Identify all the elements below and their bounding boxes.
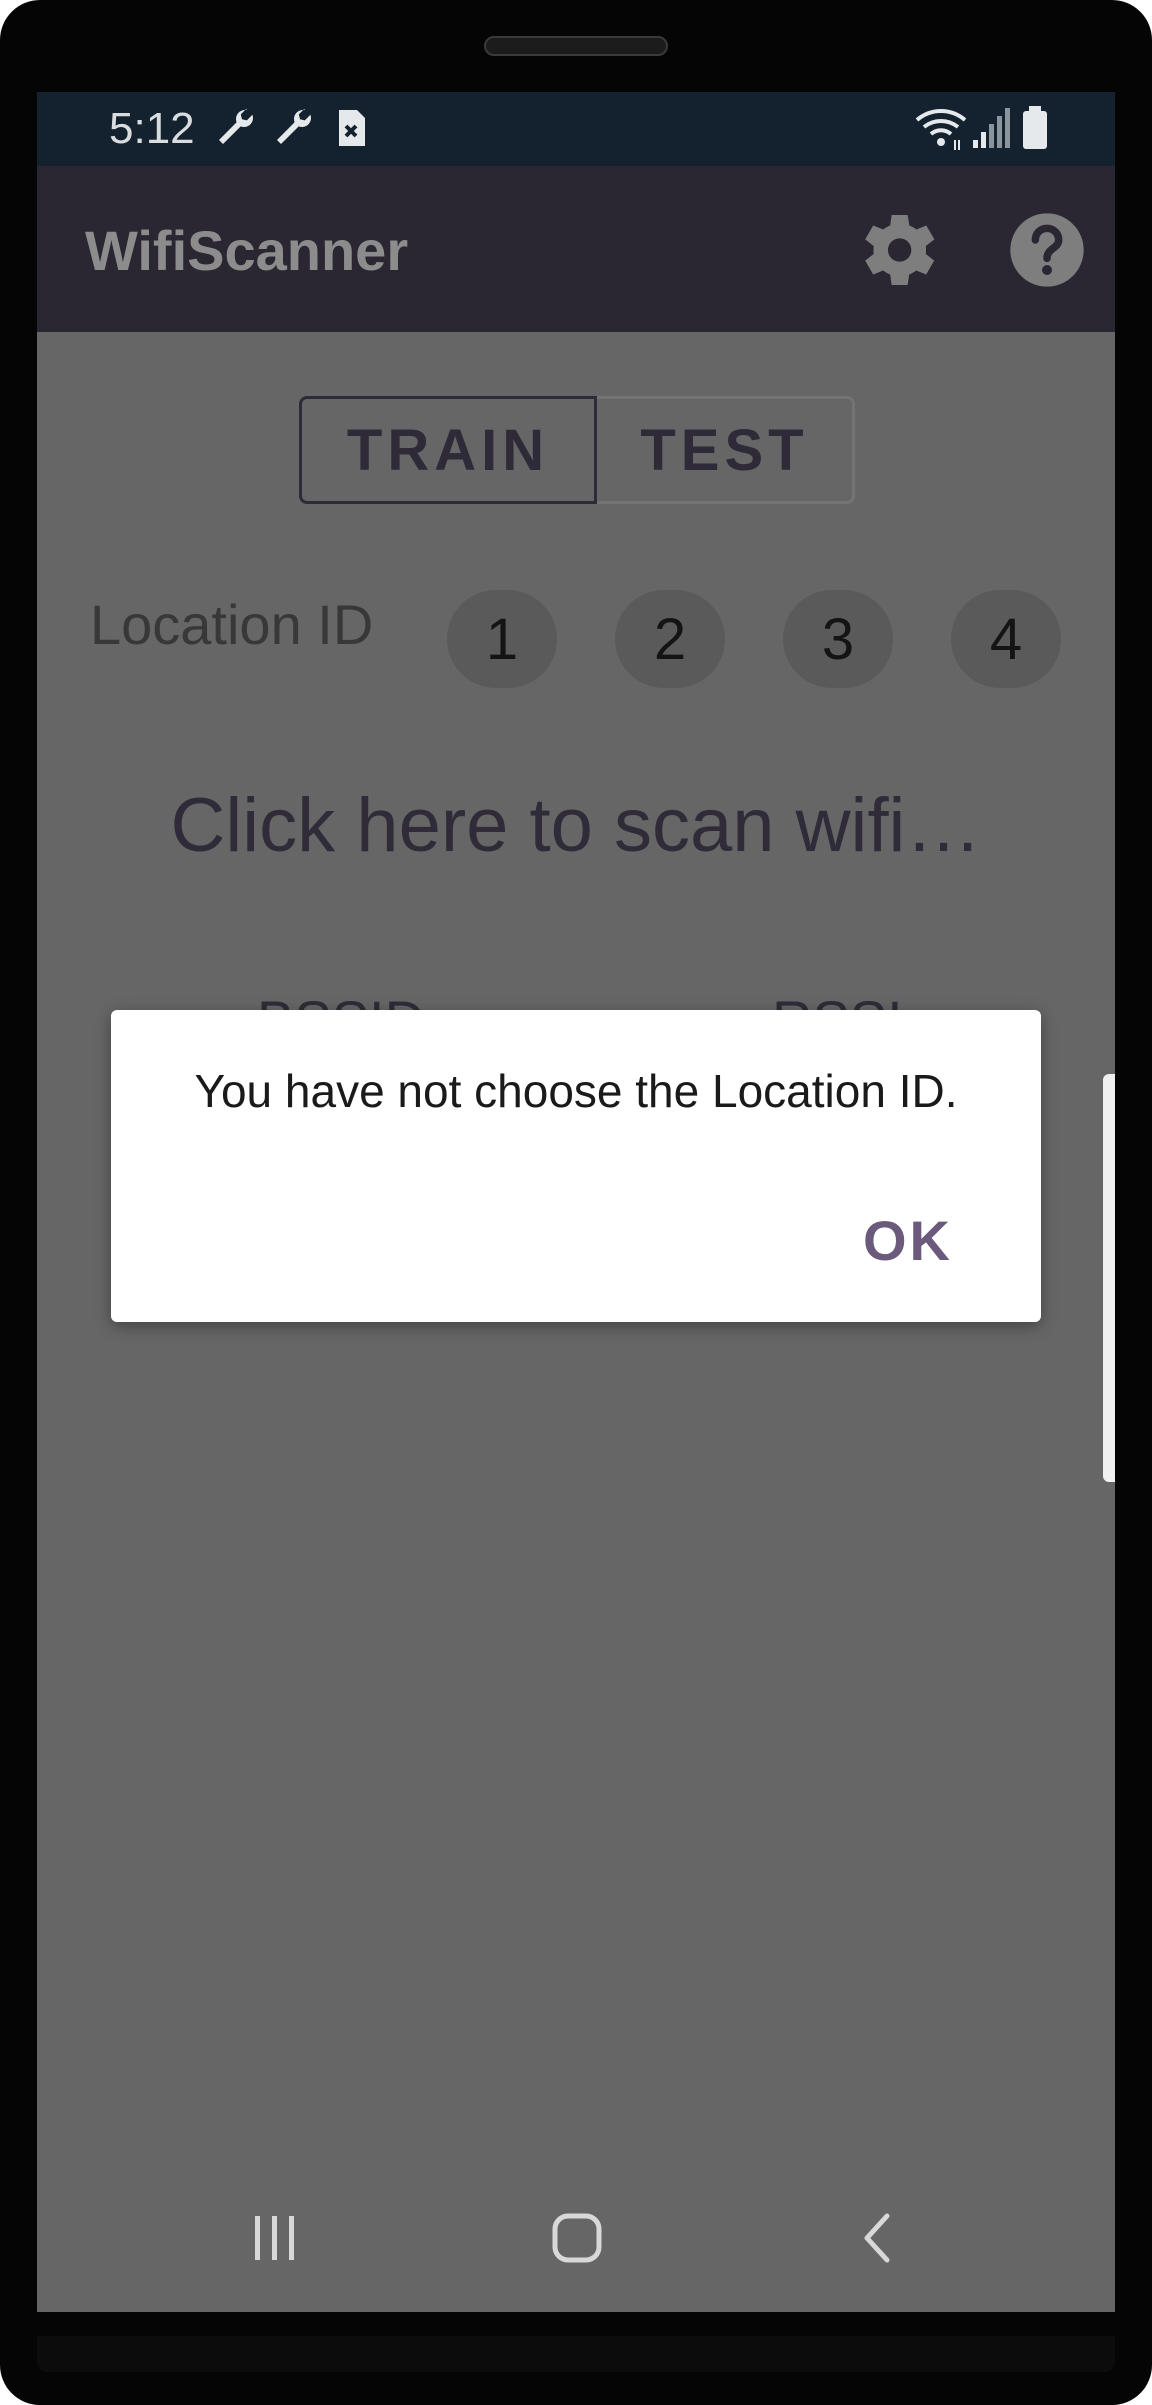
status-time: 5:12	[109, 104, 195, 153]
signal-icon	[973, 108, 1010, 148]
wrench-icon	[277, 108, 311, 144]
app-bar: WifiScanner	[37, 166, 1115, 332]
device-chin	[37, 2336, 1115, 2372]
navigation-bar	[37, 2168, 1115, 2312]
scrollbar[interactable]	[1103, 1074, 1115, 1482]
back-icon[interactable]	[839, 2198, 919, 2278]
device-frame: 5:12 WifiScanner TRAIN TEST Location ID …	[0, 0, 1152, 2405]
recent-apps-icon[interactable]	[235, 2198, 315, 2278]
dialog-message: You have not choose the Location ID.	[194, 1065, 958, 1117]
wifi-icon	[915, 109, 967, 150]
home-icon[interactable]	[537, 2198, 617, 2278]
status-bar: 5:12	[37, 92, 1115, 166]
test-button[interactable]: TEST	[597, 399, 852, 501]
earpiece	[484, 36, 668, 56]
location-id-label: Location ID	[90, 593, 374, 656]
location-chip-1[interactable]: 1	[447, 590, 557, 688]
scan-wifi-button[interactable]: Click here to scan wifi…	[37, 782, 1115, 869]
battery-icon	[1023, 106, 1047, 149]
location-chip-3[interactable]: 3	[783, 590, 893, 688]
wrench-icon	[219, 108, 253, 144]
location-chip-4[interactable]: 4	[951, 590, 1061, 688]
mode-toggle: TRAIN TEST	[299, 396, 855, 504]
app-title: WifiScanner	[85, 219, 409, 282]
alert-dialog: You have not choose the Location ID. OK	[111, 1010, 1041, 1322]
screen: 5:12 WifiScanner TRAIN TEST Location ID …	[37, 92, 1115, 2312]
train-button[interactable]: TRAIN	[299, 396, 597, 504]
location-chip-2[interactable]: 2	[615, 590, 725, 688]
ok-button[interactable]: OK	[863, 1208, 953, 1273]
sim-error-icon	[339, 110, 365, 146]
help-icon[interactable]	[1007, 210, 1087, 290]
settings-icon[interactable]	[861, 210, 941, 290]
